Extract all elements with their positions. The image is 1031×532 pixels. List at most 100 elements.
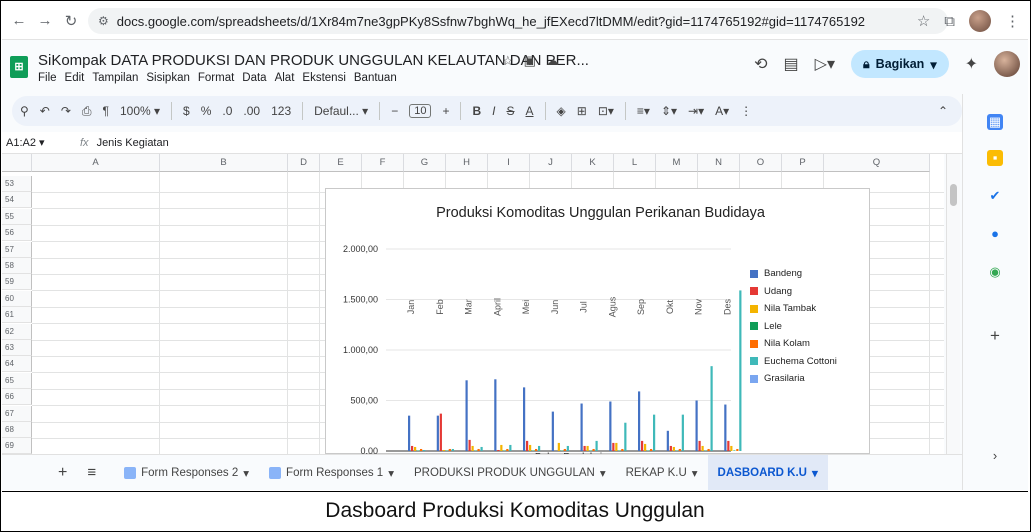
bar-nila-kolam-jul[interactable] xyxy=(592,448,595,451)
column-header[interactable]: E xyxy=(320,154,362,172)
strikethrough-icon[interactable]: S xyxy=(507,104,515,118)
column-header[interactable]: P xyxy=(782,154,824,172)
row-header[interactable]: 62 xyxy=(2,323,32,340)
font-size-decrease[interactable]: − xyxy=(391,104,398,118)
row-header[interactable]: 58 xyxy=(2,258,32,274)
row-header[interactable]: 65 xyxy=(2,372,32,389)
bookmark-star-icon[interactable]: ☆ xyxy=(917,12,930,30)
column-header[interactable]: J xyxy=(530,154,572,172)
text-color-button[interactable]: A xyxy=(526,104,534,118)
fill-color-icon[interactable]: ◈ xyxy=(557,104,566,118)
menu-data[interactable]: Data xyxy=(242,72,266,84)
account-avatar[interactable] xyxy=(994,51,1020,77)
menu-help[interactable]: Bantuan xyxy=(354,72,397,84)
tasks-icon[interactable]: ✔ xyxy=(987,188,1003,204)
bar-nila-kolam-okt[interactable] xyxy=(678,448,681,451)
bar-euchema-cottoni-jun[interactable] xyxy=(566,445,569,451)
font-size-input[interactable]: 10 xyxy=(409,104,432,118)
bar-nila-kolam-feb[interactable] xyxy=(448,448,451,451)
column-header[interactable]: O xyxy=(740,154,782,172)
sheets-logo-icon[interactable]: ⊞ xyxy=(10,56,28,78)
row-header[interactable]: 59 xyxy=(2,274,32,291)
legend-item[interactable]: Euchema Cottoni xyxy=(750,353,837,371)
tab-rekap-ku[interactable]: REKAP K.U ▾ xyxy=(616,455,708,491)
bar-nila-tambak-des[interactable] xyxy=(730,445,733,451)
bar-udang-april[interactable] xyxy=(497,449,500,451)
bar-udang-mei[interactable] xyxy=(526,440,529,451)
bar-euchema-cottoni-nov[interactable] xyxy=(710,366,713,451)
bar-bandeng-jul[interactable] xyxy=(580,403,583,451)
bar-udang-jan[interactable] xyxy=(411,445,414,451)
text-rotation-icon[interactable]: A▾ xyxy=(715,104,729,118)
bar-lele-okt[interactable] xyxy=(675,450,678,451)
keep-icon[interactable]: ▪ xyxy=(987,150,1003,166)
search-menus-icon[interactable]: ⚲ xyxy=(20,104,29,118)
horizontal-align-icon[interactable]: ≡▾ xyxy=(637,104,650,118)
name-box[interactable]: A1:A2 ▾ xyxy=(2,136,72,149)
row-header[interactable]: 64 xyxy=(2,356,32,373)
meet-icon[interactable]: ▷▾ xyxy=(815,54,835,74)
calendar-icon[interactable]: ▦ xyxy=(987,114,1003,130)
row-header[interactable]: 66 xyxy=(2,389,32,406)
bar-nila-tambak-sep[interactable] xyxy=(644,443,647,451)
more-options-icon[interactable]: ⋮ xyxy=(740,104,752,118)
menu-extensions[interactable]: Ekstensi xyxy=(302,72,345,84)
history-icon[interactable]: ⟲ xyxy=(754,54,767,74)
bar-lele-agus[interactable] xyxy=(618,450,621,451)
cloud-status-icon[interactable]: ☁ xyxy=(546,53,559,69)
row-header[interactable]: 53 xyxy=(2,176,32,192)
chevron-right-icon[interactable]: › xyxy=(987,448,1003,464)
merge-cells-icon[interactable]: ⊡▾ xyxy=(598,104,614,118)
bar-bandeng-okt[interactable] xyxy=(666,430,669,451)
bar-nila-tambak-april[interactable] xyxy=(500,444,503,451)
column-header[interactable]: H xyxy=(446,154,488,172)
bar-nila-tambak-jan[interactable] xyxy=(414,446,417,451)
bar-bandeng-sep[interactable] xyxy=(638,391,641,451)
tab-form-responses-2[interactable]: Form Responses 2 ▾ xyxy=(114,455,259,491)
bar-nila-kolam-nov[interactable] xyxy=(707,448,710,451)
legend-item[interactable]: Lele xyxy=(750,318,837,336)
formula-input[interactable]: Jenis Kegiatan xyxy=(97,137,169,149)
row-header[interactable]: 60 xyxy=(2,290,32,307)
row-header[interactable]: 61 xyxy=(2,307,32,324)
add-addon-icon[interactable]: + xyxy=(987,327,1003,344)
percent-format[interactable]: % xyxy=(201,104,212,118)
bar-udang-agus[interactable] xyxy=(612,442,615,451)
bar-nila-tambak-nov[interactable] xyxy=(701,445,704,451)
bar-udang-nov[interactable] xyxy=(698,440,701,451)
bold-button[interactable]: B xyxy=(472,104,481,118)
italic-button[interactable]: I xyxy=(492,104,495,118)
move-folder-icon[interactable]: ▣ xyxy=(524,53,536,69)
column-header[interactable]: I xyxy=(488,154,530,172)
column-header[interactable]: M xyxy=(656,154,698,172)
bar-nila-tambak-mar[interactable] xyxy=(471,445,474,451)
zoom-select[interactable]: 100% ▾ xyxy=(120,104,160,118)
borders-icon[interactable]: ⊞ xyxy=(577,104,587,118)
bar-nila-kolam-mei[interactable] xyxy=(535,448,538,451)
bar-euchema-cottoni-mei[interactable] xyxy=(538,445,541,451)
bar-udang-mar[interactable] xyxy=(468,439,471,451)
decrease-decimal[interactable]: .0 xyxy=(222,104,232,118)
bar-euchema-cottoni-feb[interactable] xyxy=(451,448,454,451)
legend-item[interactable]: Udang xyxy=(750,283,837,301)
row-header[interactable]: 68 xyxy=(2,422,32,438)
comments-icon[interactable]: ▤ xyxy=(784,54,799,74)
bar-lele-des[interactable] xyxy=(733,450,736,451)
browser-menu-icon[interactable]: ⋮ xyxy=(1005,12,1020,30)
bar-lele-mei[interactable] xyxy=(532,450,535,451)
row-header[interactable]: 56 xyxy=(2,225,32,242)
grid-corner[interactable] xyxy=(2,154,32,172)
bar-bandeng-jan[interactable] xyxy=(408,415,411,451)
legend-item[interactable]: Grasilaria xyxy=(750,370,837,388)
scrollbar-thumb[interactable] xyxy=(950,184,957,206)
column-header[interactable]: K xyxy=(572,154,614,172)
bar-udang-des[interactable] xyxy=(727,440,730,451)
redo-icon[interactable]: ↷ xyxy=(61,104,71,118)
bar-euchema-cottoni-okt[interactable] xyxy=(681,414,684,451)
bar-nila-tambak-feb[interactable] xyxy=(442,449,445,451)
bar-bandeng-nov[interactable] xyxy=(695,400,698,452)
tab-dasboard-ku[interactable]: DASBOARD K.U ▾ xyxy=(707,454,828,490)
row-header[interactable]: 54 xyxy=(2,192,32,209)
tab-form-responses-1[interactable]: Form Responses 1 ▾ xyxy=(259,455,404,491)
bar-euchema-cottoni-mar[interactable] xyxy=(480,446,483,451)
